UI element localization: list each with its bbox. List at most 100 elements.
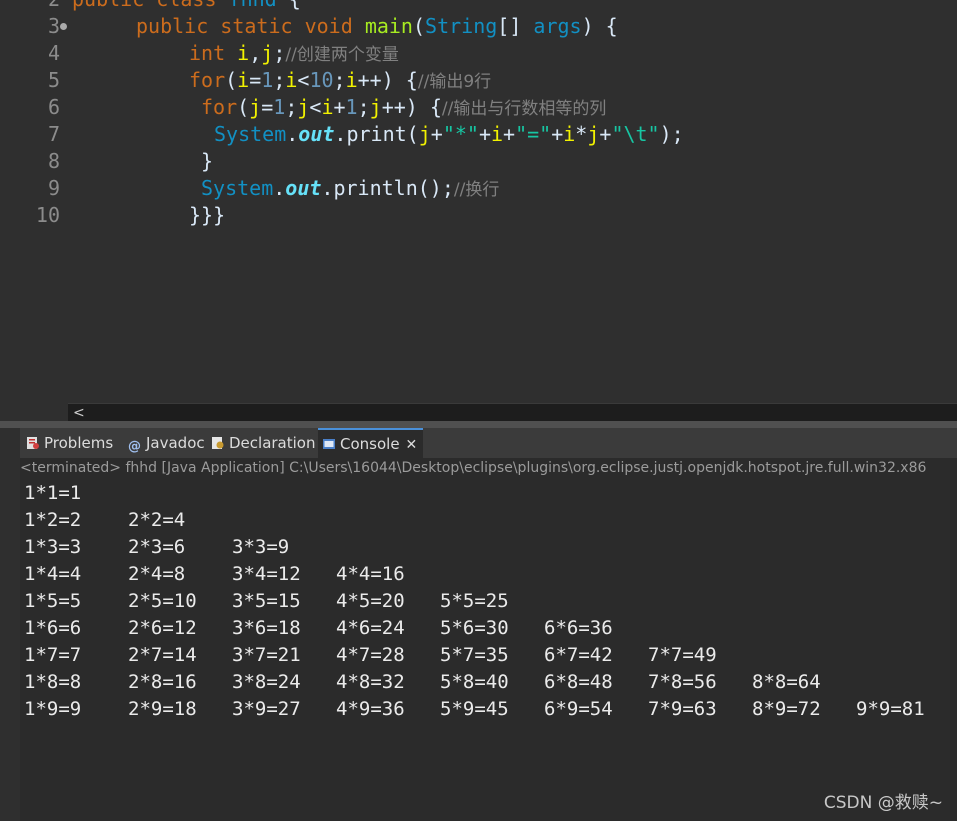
code-token: "\t" <box>611 122 660 146</box>
scroll-left-icon[interactable]: < <box>73 404 85 422</box>
code-token: . <box>321 176 334 200</box>
code-token: [] <box>497 14 534 38</box>
console-line: 1*7=7 2*7=14 3*7=21 4*7=28 5*7=35 6*7=42 7*7=4… <box>24 642 954 669</box>
code-token: main <box>364 14 413 38</box>
declaration-icon <box>212 437 224 449</box>
console-cell: 6*7=42 <box>544 644 613 666</box>
bottom-panel-tabbar: Problems @ Javadoc Declaration Console ✕ <box>20 428 957 458</box>
code-text: }}} <box>189 202 225 229</box>
tab-label: Declaration <box>229 434 316 452</box>
tab-label: Console <box>340 435 400 453</box>
console-line: 1*9=9 2*9=18 3*9=27 4*9=36 5*9=45 6*9=54 7*9=6… <box>24 696 954 723</box>
console-cell: 9*9=81 <box>856 698 925 720</box>
console-cell: 6*9=54 <box>544 698 613 720</box>
console-cell: 2*4=8 <box>128 563 186 585</box>
line-number: 3 <box>47 14 60 38</box>
code-token: ) { <box>581 14 618 38</box>
horizontal-scrollbar[interactable]: < <box>68 403 957 422</box>
code-line: 2 public class fhhd { <box>0 0 957 13</box>
code-token: + <box>599 122 612 146</box>
tab-problems[interactable]: Problems <box>22 428 113 458</box>
code-line: 4 int i,j;//创建两个变量 <box>0 40 957 67</box>
code-text: public class fhhd { <box>72 0 301 13</box>
code-line: 3 public static void main(String[] args) … <box>0 13 957 40</box>
code-token: "=" <box>515 122 552 146</box>
console-cell: 3*6=18 <box>232 617 301 639</box>
code-token: out <box>298 122 335 146</box>
code-text: public static void main(String[] args) { <box>136 13 618 40</box>
tab-declaration[interactable]: Declaration <box>207 428 315 458</box>
line-number: 2 <box>0 0 60 13</box>
tab-console[interactable]: Console ✕ <box>318 428 424 458</box>
close-icon[interactable]: ✕ <box>406 437 418 453</box>
code-token: //换行 <box>453 180 500 200</box>
console-cell: 3*5=15 <box>232 590 301 612</box>
code-token: < <box>309 95 322 119</box>
code-token: . <box>286 122 299 146</box>
code-line: 8} <box>0 148 957 175</box>
console-icon <box>323 439 335 449</box>
code-token: for <box>189 68 226 92</box>
code-token: void <box>304 14 365 38</box>
console-cell: 4*8=32 <box>336 671 405 693</box>
console-line: 1*3=3 2*3=6 3*3=9 <box>24 534 954 561</box>
code-token: class <box>156 0 228 11</box>
code-token: + <box>503 122 516 146</box>
code-token: j <box>418 122 431 146</box>
console-cell: 1*3=3 <box>24 536 82 558</box>
console-cell: 7*8=56 <box>648 671 717 693</box>
code-token: ; <box>357 95 370 119</box>
console-output[interactable]: 1*1=1 1*2=2 2*2=4 1*3=3 2*3=6 3*3=9 1*4=4 2*4=8… <box>20 478 957 821</box>
code-text: System.out.print(j+"*"+i+"="+i*j+"\t"); <box>214 121 684 148</box>
console-cell: 5*6=30 <box>440 617 509 639</box>
code-token: j <box>249 95 262 119</box>
console-line: 1*4=4 2*4=8 3*4=12 4*4=16 <box>24 561 954 588</box>
console-cell: 5*8=40 <box>440 671 509 693</box>
console-cell: 3*9=27 <box>232 698 301 720</box>
console-cell: 4*6=24 <box>336 617 405 639</box>
panel-divider[interactable] <box>0 421 957 428</box>
console-cell: 6*8=48 <box>544 671 613 693</box>
code-token: . <box>273 176 286 200</box>
console-cell: 1*8=8 <box>24 671 82 693</box>
console-line: 1*6=6 2*6=12 3*6=18 4*6=24 5*6=30 6*6=36 <box>24 615 954 642</box>
left-strip <box>0 428 20 821</box>
code-token: ++) { <box>357 68 418 92</box>
console-cell: 3*7=21 <box>232 644 301 666</box>
code-token: 1 <box>345 95 358 119</box>
console-cell: 8*9=72 <box>752 698 821 720</box>
code-token: + <box>551 122 564 146</box>
console-cell: 2*7=14 <box>128 644 197 666</box>
watermark: CSDN @救赎~ <box>823 793 943 813</box>
tab-javadoc[interactable]: @ Javadoc <box>124 428 205 458</box>
code-token: static <box>220 14 305 38</box>
console-cell: 3*8=24 <box>232 671 301 693</box>
fold-marker-icon[interactable] <box>60 23 67 30</box>
code-token: 1 <box>261 68 274 92</box>
javadoc-icon: @ <box>128 439 141 454</box>
console-cell: 4*7=28 <box>336 644 405 666</box>
code-token: i <box>285 68 298 92</box>
tab-label: Javadoc <box>146 434 205 452</box>
code-token: print( <box>346 122 419 146</box>
code-token: . <box>334 122 347 146</box>
code-text: int i,j;//创建两个变量 <box>189 40 399 69</box>
code-token: ; <box>273 41 286 65</box>
code-token: ++) { <box>381 95 442 119</box>
code-line: 5 for(i=1;i<10;i++) {//输出9行 <box>0 67 957 94</box>
code-token: + <box>430 122 443 146</box>
code-token: * <box>575 122 588 146</box>
console-cell: 5*9=45 <box>440 698 509 720</box>
code-editor[interactable]: 2 public class fhhd { 3 public static void … <box>0 0 957 403</box>
console-cell: 1*1=1 <box>24 482 82 504</box>
code-token: //输出与行数相等的列 <box>441 99 607 119</box>
code-token: args <box>533 14 582 38</box>
problems-icon <box>27 437 39 449</box>
console-cell: 2*3=6 <box>128 536 186 558</box>
console-line: 1*2=2 2*2=4 <box>24 507 954 534</box>
code-token: i <box>237 68 250 92</box>
console-cell: 2*6=12 <box>128 617 197 639</box>
code-token: j <box>297 95 310 119</box>
code-token: ( <box>412 14 426 38</box>
code-token: j <box>587 122 600 146</box>
